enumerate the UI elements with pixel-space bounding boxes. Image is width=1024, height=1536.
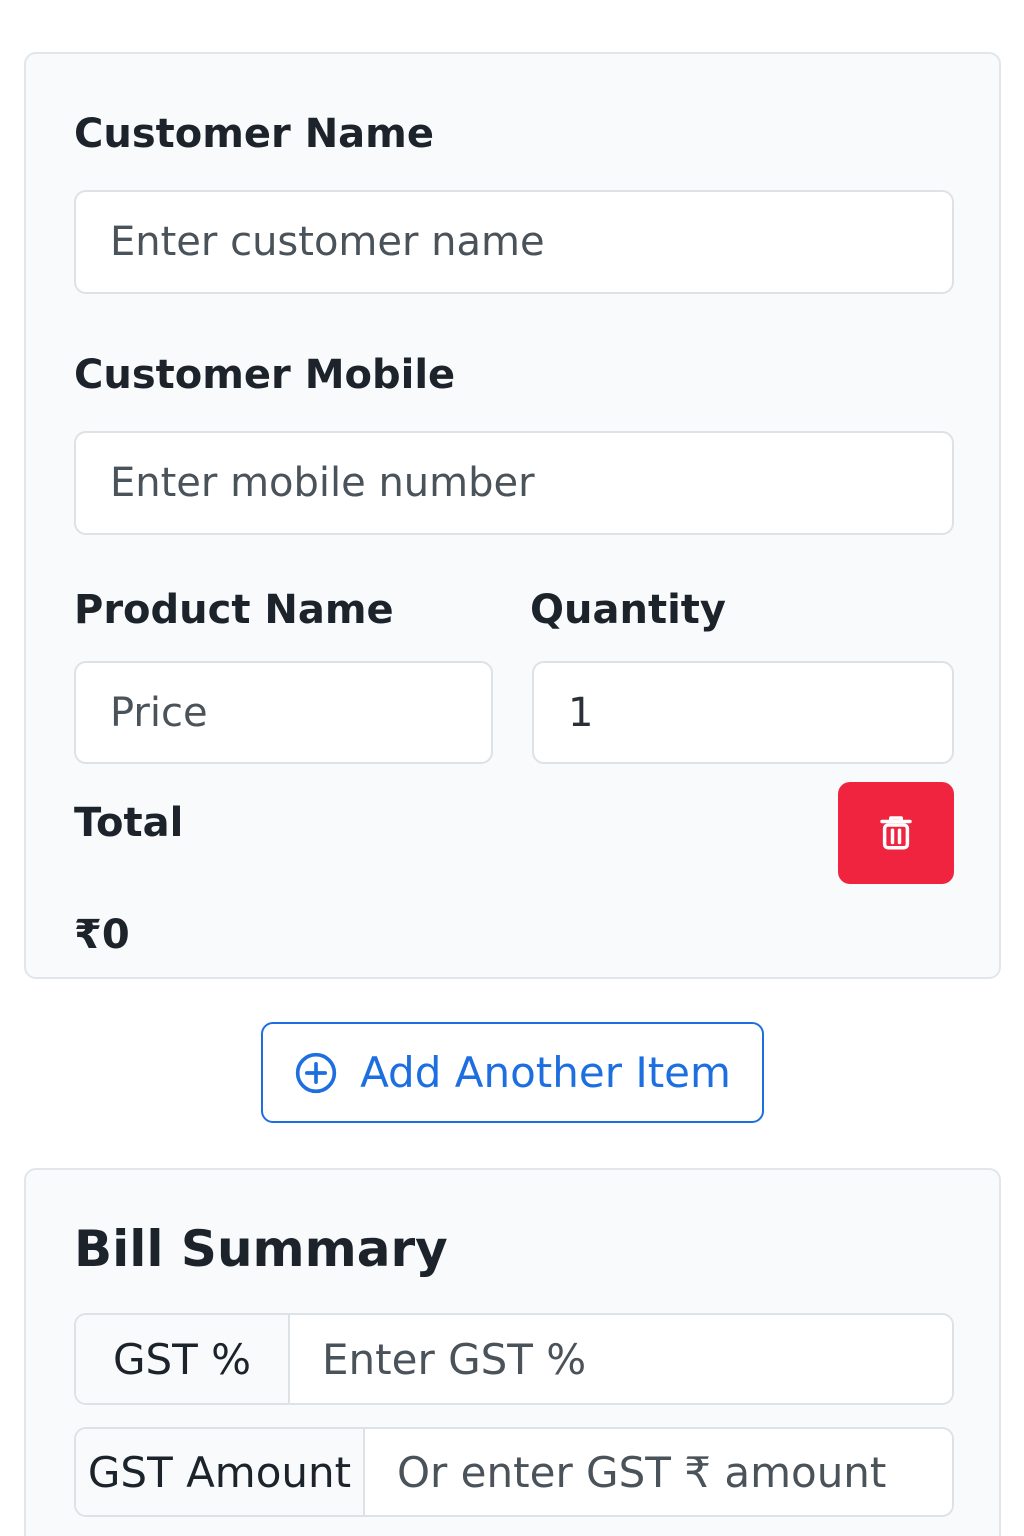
delete-item-button[interactable]: [838, 782, 954, 884]
total-label: Total: [74, 800, 184, 846]
quantity-label: Quantity: [530, 587, 726, 633]
bill-summary-title: Bill Summary: [74, 1220, 448, 1278]
add-item-label: Add Another Item: [360, 1048, 731, 1097]
gst-amount-group: GST Amount: [74, 1427, 954, 1517]
plus-circle-icon: [294, 1051, 338, 1095]
quantity-input[interactable]: [532, 661, 954, 764]
customer-name-label: Customer Name: [74, 111, 434, 157]
total-value: ₹0: [74, 912, 130, 958]
item-card: Customer Name Customer Mobile Product Na…: [24, 52, 1001, 979]
gst-percent-input[interactable]: [290, 1315, 952, 1403]
product-name-label: Product Name: [74, 587, 394, 633]
add-another-item-button[interactable]: Add Another Item: [261, 1022, 764, 1123]
gst-percent-label: GST %: [76, 1315, 290, 1403]
trash-icon: [875, 811, 917, 856]
customer-mobile-input[interactable]: [74, 431, 954, 535]
customer-name-input[interactable]: [74, 190, 954, 294]
customer-mobile-label: Customer Mobile: [74, 352, 456, 398]
gst-amount-input[interactable]: [365, 1429, 952, 1515]
gst-amount-label: GST Amount: [76, 1429, 365, 1515]
bill-summary-card: Bill Summary GST % GST Amount: [24, 1168, 1001, 1536]
price-input[interactable]: [74, 661, 493, 764]
gst-percent-group: GST %: [74, 1313, 954, 1405]
